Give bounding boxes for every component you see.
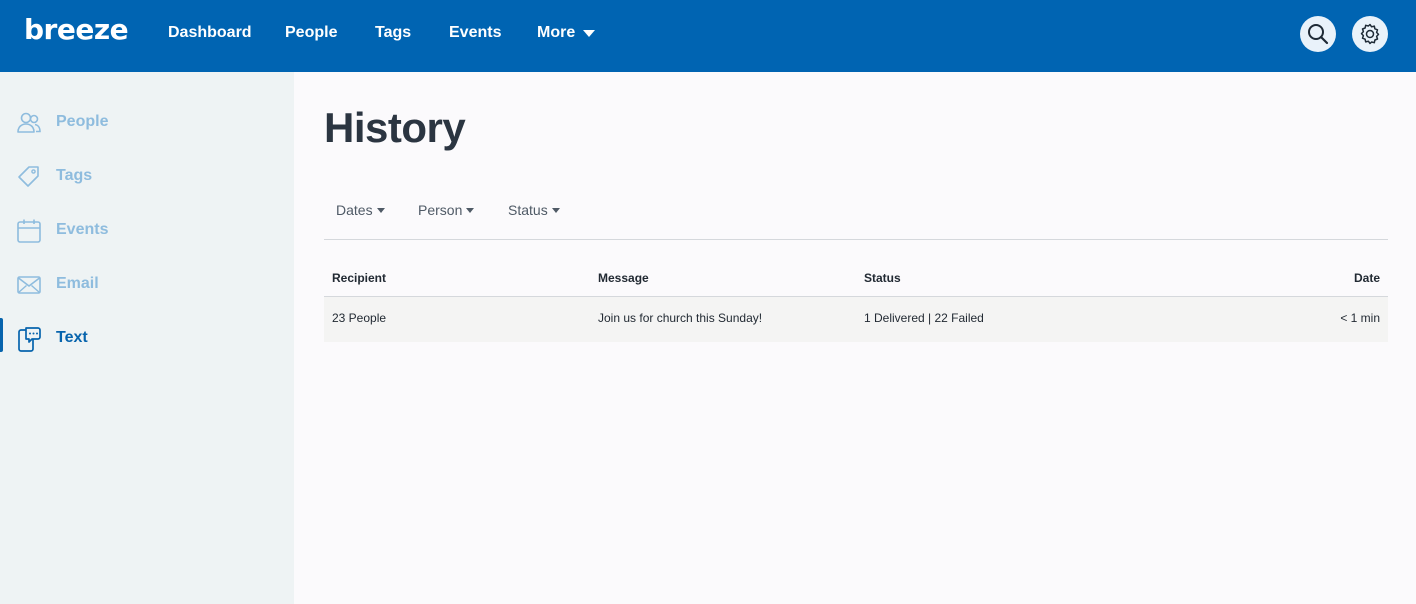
chevron-down-icon [551,208,560,213]
envelope-icon [17,276,41,294]
nav-tags[interactable]: Tags [375,24,411,42]
chevron-down-icon [583,29,596,37]
sidebar-item-events[interactable]: Events [0,210,294,250]
filter-status-dropdown[interactable]: Status [508,202,560,218]
filter-dates-dropdown[interactable]: Dates [336,202,385,218]
calendar-icon [17,219,41,243]
cell-message: Join us for church this Sunday! [598,311,763,325]
breeze-logo[interactable]: breeze [24,13,129,46]
nav-more-dropdown[interactable]: More [537,24,596,42]
active-indicator [0,318,3,352]
sidebar-item-text[interactable]: Text [0,318,294,358]
sidebar-item-label: Tags [56,167,93,184]
sidebar-item-people[interactable]: People [0,102,294,142]
top-navigation-bar: breeze Dashboard People Tags Events More [0,0,1416,72]
search-icon [1308,24,1329,45]
nav-more-label: More [537,24,576,41]
nav-people[interactable]: People [285,24,337,42]
column-header-recipient[interactable]: Recipient [332,271,386,285]
people-icon [17,112,41,133]
nav-events[interactable]: Events [449,24,501,42]
divider [324,239,1388,240]
text-message-icon [18,327,41,352]
column-header-status[interactable]: Status [864,271,901,285]
sidebar-item-tags[interactable]: Tags [0,156,294,196]
filter-label: Dates [336,202,373,218]
page-title: History [324,104,466,151]
filter-label: Person [418,202,463,218]
tag-icon [18,166,39,187]
sidebar-item-label: Email [56,275,99,292]
gear-icon [1360,23,1380,45]
sidebar-item-label: Text [56,329,88,346]
filter-label: Status [508,202,548,218]
settings-button[interactable] [1352,16,1388,52]
sidebar-item-email[interactable]: Email [0,264,294,304]
chevron-down-icon [466,208,475,213]
chevron-down-icon [376,208,385,213]
cell-recipient: 23 People [332,311,387,325]
search-button[interactable] [1300,16,1336,52]
nav-dashboard[interactable]: Dashboard [168,24,252,42]
filter-person-dropdown[interactable]: Person [418,202,475,218]
cell-date: < 1 min [1340,311,1380,325]
sidebar-item-label: Events [56,221,109,238]
table-row[interactable]: 23 People Join us for church this Sunday… [324,297,1388,342]
cell-status: 1 Delivered | 22 Failed [864,311,984,325]
sidebar-item-label: People [56,113,109,130]
sidebar: People Tags Events Email Text [0,72,294,604]
column-header-date[interactable]: Date [1354,271,1380,285]
column-header-message[interactable]: Message [598,271,649,285]
